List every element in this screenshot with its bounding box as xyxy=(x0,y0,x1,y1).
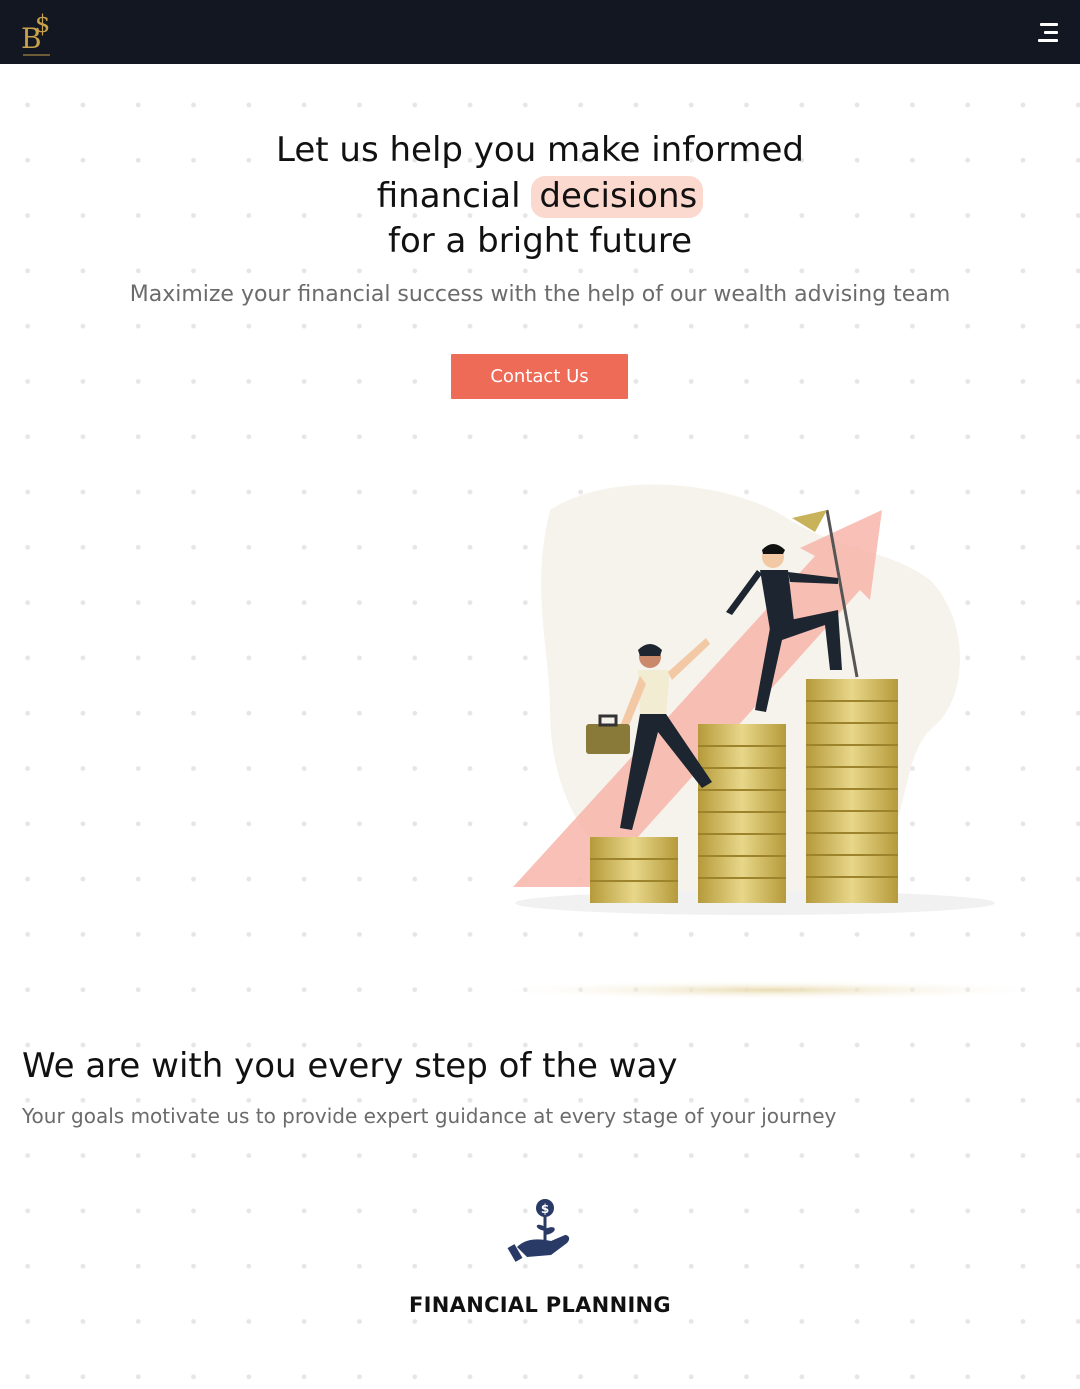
service-label-financial-planning[interactable]: FINANCIAL PLANNING xyxy=(0,1293,1080,1317)
coin-stack-medium xyxy=(698,724,786,903)
hero-title: Let us help you make informed financial … xyxy=(0,128,1080,265)
site-logo[interactable]: B $ xyxy=(18,6,58,58)
svg-text:$: $ xyxy=(35,10,50,38)
coin-stack-large xyxy=(806,679,898,903)
hamburger-menu-icon[interactable] xyxy=(1022,14,1058,50)
hero-title-line3: for a bright future xyxy=(387,221,693,261)
hero-title-highlight: decisions xyxy=(531,175,704,218)
hero-title-word: financial xyxy=(376,175,521,216)
hero-subtitle: Maximize your financial success with the… xyxy=(129,282,951,307)
section-title: We are with you every step of the way xyxy=(22,1046,678,1086)
top-navbar: B $ xyxy=(0,0,1080,64)
svg-text:$: $ xyxy=(541,1202,549,1216)
hero-title-line2: financial decisions xyxy=(0,174,1080,220)
contact-us-button[interactable]: Contact Us xyxy=(451,354,628,399)
money-plant-hand-icon: $ xyxy=(507,1199,570,1262)
growth-illustration xyxy=(480,484,1050,1000)
section-subtitle: Your goals motivate us to provide expert… xyxy=(22,1104,837,1128)
coin-stack-small xyxy=(590,837,678,903)
hero-title-line1: Let us help you make informed xyxy=(276,130,804,170)
